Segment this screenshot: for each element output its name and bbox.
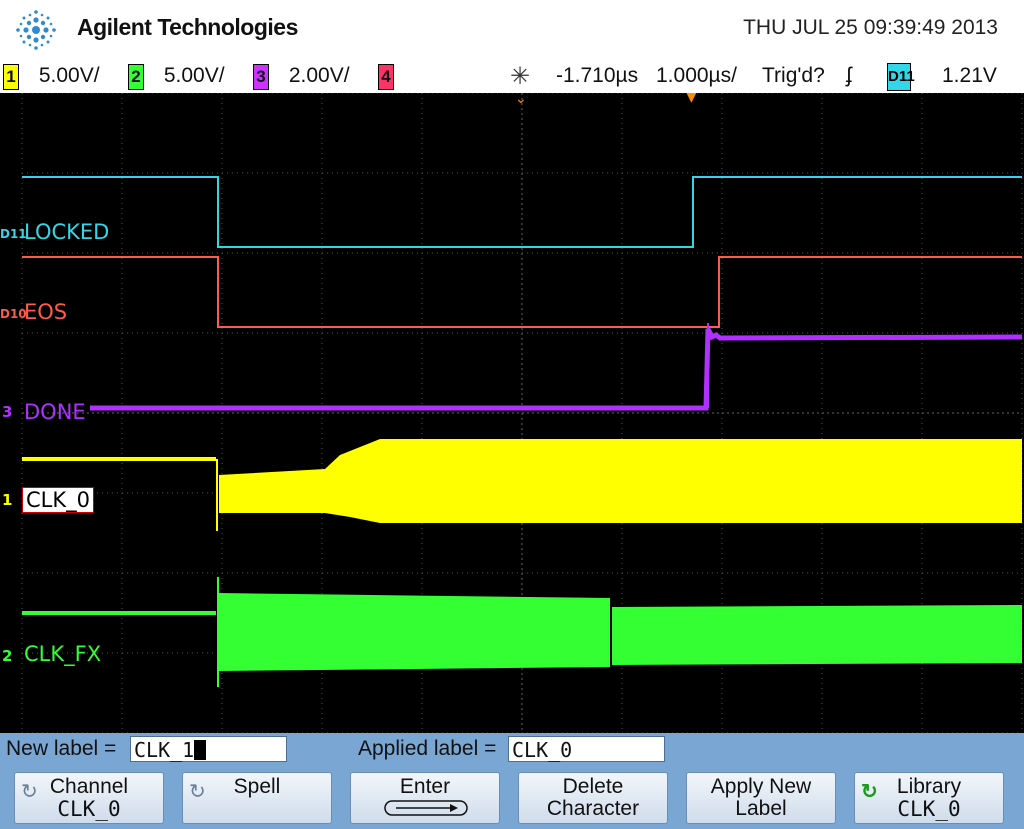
applied-label-field: CLK_0 — [508, 736, 665, 762]
done-marker: 3 — [2, 403, 13, 421]
channel-3-scale[interactable]: 3 2.00V/ — [253, 64, 350, 90]
delete-character-softkey[interactable]: Delete Character — [518, 772, 668, 824]
softkey-line1: Channel — [49, 775, 129, 798]
eos-trace — [22, 256, 1022, 328]
clk0-burst — [219, 439, 1022, 523]
done-trace — [90, 327, 1023, 411]
trigger-status: Trig'd? — [762, 64, 825, 87]
clkfx-label: CLK_FX — [24, 642, 102, 666]
clkfx-burst-1 — [219, 593, 610, 671]
channel-2-scale[interactable]: 2 5.00V/ — [128, 64, 225, 90]
clkfx-burst-2 — [612, 605, 1022, 665]
softkey-line2: CLK_0 — [897, 797, 961, 821]
rising-edge-icon: ʄ — [846, 64, 852, 87]
title-bar: Agilent Technologies THU JUL 25 09:39:49… — [0, 0, 1024, 60]
time-scale[interactable]: 1.000µs/ — [656, 64, 737, 88]
waveform-canvas — [21, 93, 1023, 733]
clk0-marker: 1 — [2, 491, 13, 509]
softkey-line1: Apply New — [710, 775, 812, 798]
channel-1-badge: 1 — [3, 64, 19, 90]
done-label: DONE — [24, 400, 86, 424]
channel-4-scale[interactable]: 4 — [378, 64, 394, 90]
channel-2-badge: 2 — [128, 64, 144, 90]
locked-label: LOCKED — [24, 220, 110, 244]
softkey-line1: Delete — [562, 775, 624, 798]
text-cursor — [194, 740, 207, 760]
new-label-value: CLK_1 — [134, 738, 195, 762]
trigger-position-marker-icon: ⌄ — [515, 93, 527, 107]
softkey-line2: Label — [735, 797, 787, 820]
channel-softkey[interactable]: ↻ Channel CLK_0 — [14, 772, 164, 824]
apply-new-label-softkey[interactable]: Apply New Label — [686, 772, 836, 824]
clk0-label[interactable]: CLK_0 — [22, 487, 94, 513]
softkey-line1: Enter — [399, 775, 451, 798]
softkey-line2: CLK_0 — [57, 797, 121, 821]
enter-arrow-icon — [384, 800, 468, 816]
enter-softkey[interactable]: Enter — [350, 772, 500, 824]
channel-3-badge: 3 — [253, 64, 269, 90]
acquire-icon: ✳ — [510, 63, 531, 90]
waveform-display[interactable]: ⌄ ▼ D11 LOCKED D10 EOS 3 DONE 1 CLK_0 2 … — [0, 93, 1024, 733]
date-time: THU JUL 25 09:39:49 2013 — [743, 16, 998, 39]
scope-status-bar: 1 5.00V/ 2 5.00V/ 3 2.00V/ 4 ✳ -1.710µs … — [0, 60, 1024, 93]
spell-softkey[interactable]: ↻ Spell — [182, 772, 332, 824]
channel-1-scale[interactable]: 1 5.00V/ — [3, 64, 100, 90]
time-reference-marker-icon: ▼ — [686, 93, 697, 105]
agilent-spark-logo-icon — [16, 10, 56, 50]
softkey-line1: Spell — [233, 775, 281, 798]
locked-marker: D11 — [0, 227, 27, 241]
applied-label-caption: Applied label = — [358, 737, 497, 760]
channel-4-badge: 4 — [378, 64, 394, 90]
softkey-line1: Library — [896, 775, 962, 798]
channel-1-scale-value: 5.00V/ — [38, 64, 100, 87]
trigger-level[interactable]: 1.21V — [942, 64, 997, 88]
channel-2-scale-value: 5.00V/ — [163, 64, 225, 87]
eos-marker: D10 — [0, 307, 27, 321]
new-label-input[interactable]: CLK_1 — [130, 736, 287, 762]
trigger-source-badge: D11 — [887, 63, 915, 91]
eos-label: EOS — [24, 300, 68, 324]
channel-3-scale-value: 2.00V/ — [288, 64, 350, 87]
new-label-caption: New label = — [6, 737, 117, 760]
trigger-source[interactable]: D11 — [887, 63, 915, 91]
brand-name: Agilent Technologies — [77, 14, 298, 40]
locked-trace — [22, 176, 1022, 248]
softkey-line2: Character — [546, 797, 640, 820]
library-softkey[interactable]: ↻ Library CLK_0 — [854, 772, 1004, 824]
time-delay[interactable]: -1.710µs — [556, 64, 638, 88]
clkfx-marker: 2 — [2, 647, 13, 665]
